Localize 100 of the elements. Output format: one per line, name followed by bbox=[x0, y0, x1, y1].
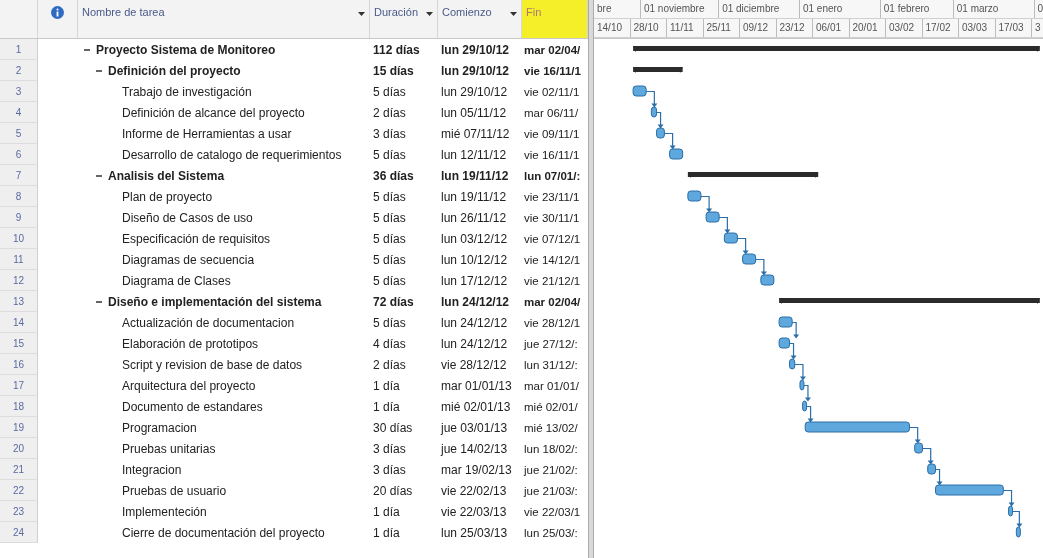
row-number[interactable]: 4 bbox=[0, 102, 38, 123]
column-header[interactable]: Duración bbox=[370, 0, 438, 38]
row-number[interactable]: 23 bbox=[0, 501, 38, 522]
dependency-arrow bbox=[908, 426, 921, 444]
collapse-toggle[interactable] bbox=[96, 298, 102, 305]
row-number[interactable]: 12 bbox=[0, 270, 38, 291]
task-bar[interactable] bbox=[778, 337, 791, 349]
start-date: lun 29/10/12 bbox=[441, 84, 508, 99]
start-date: vie 22/03/13 bbox=[441, 504, 507, 519]
start-date: mar 01/01/13 bbox=[441, 378, 512, 393]
task-bar[interactable] bbox=[742, 253, 757, 265]
start-date: lun 19/11/12 bbox=[441, 189, 507, 204]
summary-bar[interactable] bbox=[687, 172, 819, 178]
start-date: lun 10/12/12 bbox=[441, 252, 508, 267]
task-bar[interactable] bbox=[705, 211, 720, 223]
task-bar[interactable] bbox=[927, 463, 937, 475]
summary-bar[interactable] bbox=[779, 298, 1040, 304]
row-number[interactable]: 15 bbox=[0, 333, 38, 354]
row-number[interactable]: 19 bbox=[0, 417, 38, 438]
row-number[interactable]: 7 bbox=[0, 165, 38, 186]
task-name: Definición del proyecto bbox=[108, 63, 241, 78]
row-number[interactable]: 10 bbox=[0, 228, 38, 249]
task-bar[interactable] bbox=[760, 274, 775, 286]
task-bar[interactable] bbox=[789, 358, 796, 370]
start-date: lun 19/11/12 bbox=[441, 168, 509, 183]
column-header[interactable]: Nombre de tarea bbox=[78, 0, 370, 38]
week-label: 03/02 bbox=[889, 22, 915, 33]
start-date: lun 03/12/12 bbox=[441, 231, 508, 246]
row-number[interactable]: 18 bbox=[0, 396, 38, 417]
task-bar[interactable] bbox=[687, 190, 702, 202]
end-date: vie 22/03/1 bbox=[524, 505, 581, 518]
dropdown-icon[interactable] bbox=[426, 12, 433, 16]
row-number[interactable]: 20 bbox=[0, 438, 38, 459]
week-label: 25/11 bbox=[706, 22, 731, 33]
row-number[interactable]: 14 bbox=[0, 312, 38, 333]
row-number[interactable]: 2 bbox=[0, 60, 38, 81]
summary-bar[interactable] bbox=[633, 46, 1040, 52]
task-name: Pruebas de usuario bbox=[122, 483, 227, 498]
task-bar[interactable] bbox=[650, 106, 658, 118]
task-bar[interactable] bbox=[723, 232, 738, 244]
dropdown-icon[interactable] bbox=[510, 12, 517, 16]
column-header[interactable]: Fin bbox=[522, 0, 588, 38]
row-number[interactable]: 9 bbox=[0, 207, 38, 228]
duration: 5 días bbox=[373, 273, 406, 288]
task-bar[interactable] bbox=[1008, 505, 1014, 517]
week-label: 23/12 bbox=[779, 22, 805, 33]
end-date: mié 02/01/ bbox=[524, 400, 578, 413]
task-bar[interactable] bbox=[1015, 526, 1021, 538]
row-number[interactable]: 3 bbox=[0, 81, 38, 102]
task-bar[interactable] bbox=[778, 316, 793, 328]
row-number[interactable]: 17 bbox=[0, 375, 38, 396]
summary-bar[interactable] bbox=[633, 67, 683, 73]
row-number[interactable]: 13 bbox=[0, 291, 38, 312]
week-label: 28/10 bbox=[633, 22, 659, 33]
task-name: Diseño de Casos de uso bbox=[122, 210, 253, 225]
task-bar[interactable] bbox=[914, 442, 923, 454]
start-date: lun 29/10/12 bbox=[441, 42, 510, 57]
task-bar[interactable] bbox=[799, 379, 805, 391]
task-bar[interactable] bbox=[656, 127, 665, 139]
row-number[interactable]: 1 bbox=[0, 39, 38, 60]
dependency-arrow bbox=[736, 237, 749, 255]
week-label: 11/11 bbox=[670, 22, 694, 33]
end-date: lun 18/02/: bbox=[524, 442, 578, 455]
collapse-toggle[interactable] bbox=[96, 172, 102, 179]
week-label: 17/03 bbox=[998, 22, 1024, 33]
duration: 2 días bbox=[373, 357, 406, 372]
end-date: vie 16/11/1 bbox=[524, 148, 580, 161]
task-name: Integracion bbox=[122, 462, 182, 477]
dependency-arrow bbox=[803, 384, 811, 402]
week-label: 20/01 bbox=[852, 22, 878, 33]
dropdown-icon[interactable] bbox=[358, 12, 365, 16]
row-number[interactable]: 16 bbox=[0, 354, 38, 375]
task-name: Plan de proyecto bbox=[122, 189, 213, 204]
task-name: Actualización de documentacion bbox=[122, 315, 295, 330]
week-label: 17/02 bbox=[925, 22, 951, 33]
row-number[interactable]: 21 bbox=[0, 459, 38, 480]
collapse-toggle[interactable] bbox=[96, 67, 102, 74]
task-bar[interactable] bbox=[802, 400, 808, 412]
task-name: Proyecto Sistema de Monitoreo bbox=[96, 42, 276, 57]
task-name: Script y revision de base de datos bbox=[122, 357, 303, 372]
collapse-toggle[interactable] bbox=[84, 46, 90, 53]
duration: 5 días bbox=[373, 210, 406, 225]
start-date: lun 29/10/12 bbox=[441, 63, 510, 78]
task-name: Programacion bbox=[122, 420, 197, 435]
task-bar[interactable] bbox=[669, 148, 684, 160]
row-number[interactable]: 24 bbox=[0, 522, 38, 543]
row-number[interactable]: 6 bbox=[0, 144, 38, 165]
start-date: mié 07/11/12 bbox=[441, 126, 510, 141]
row-number[interactable]: 5 bbox=[0, 123, 38, 144]
week-label: 06/01 bbox=[816, 22, 842, 33]
task-bar[interactable] bbox=[632, 85, 647, 97]
end-date: jue 27/12/: bbox=[524, 337, 578, 350]
duration: 5 días bbox=[373, 315, 406, 330]
duration: 3 días bbox=[373, 462, 406, 477]
dependency-arrow bbox=[755, 258, 767, 276]
row-number[interactable]: 8 bbox=[0, 186, 38, 207]
row-number[interactable]: 11 bbox=[0, 249, 38, 270]
end-date: vie 02/11/1 bbox=[524, 85, 580, 98]
row-number[interactable]: 22 bbox=[0, 480, 38, 501]
task-name: Informe de Herramientas a usar bbox=[122, 126, 292, 141]
